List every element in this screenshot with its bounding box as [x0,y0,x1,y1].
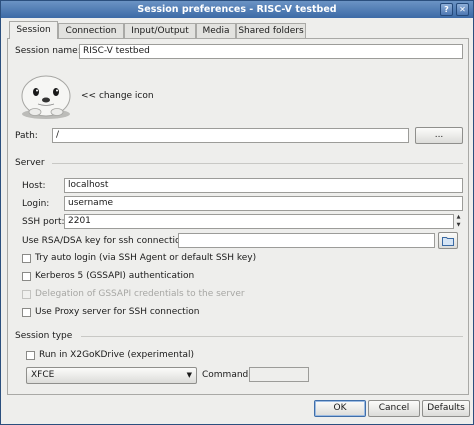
tab-media[interactable]: Media [196,23,236,38]
help-button[interactable]: ? [440,3,453,16]
session-tab-panel: Session name: RISC-V testbed << change i… [7,38,469,395]
kerberos-checkbox[interactable] [22,272,31,281]
ssh-key-label: Use RSA/DSA key for ssh connection: [22,236,190,246]
folder-icon [442,237,454,246]
ssh-port-label: SSH port: [22,217,65,227]
ssh-port-input[interactable]: 2201 [64,214,454,229]
tab-session[interactable]: Session [9,21,58,39]
cancel-button[interactable]: Cancel [368,400,420,417]
command-input[interactable] [249,367,309,382]
path-label: Path: [15,131,38,141]
close-button[interactable]: ✕ [456,3,469,16]
command-label: Command: [202,370,252,380]
path-input[interactable]: / [52,128,409,143]
login-label: Login: [22,199,50,209]
browse-path-button[interactable]: ... [415,127,463,144]
chevron-down-icon: ▼ [186,371,192,379]
defaults-button[interactable]: Defaults [422,400,470,417]
x2gokdrive-label: Run in X2GoKDrive (experimental) [39,350,195,360]
spin-up-icon[interactable]: ▲ [455,214,462,220]
ok-button[interactable]: OK [314,400,366,417]
change-icon-link[interactable]: << change icon [81,91,154,101]
tab-shared-folders[interactable]: Shared folders [236,23,306,38]
tab-connection[interactable]: Connection [58,23,124,38]
try-auto-login-label: Try auto login (via SSH Agent or default… [35,253,257,263]
host-input[interactable]: localhost [64,178,463,193]
session-type-section-label: Session type [15,331,73,341]
open-key-button[interactable] [438,232,458,249]
ssh-proxy-checkbox[interactable] [22,308,31,317]
ssh-key-input[interactable] [178,233,435,248]
session-name-input[interactable]: RISC-V testbed [79,44,463,59]
x2gokdrive-checkbox[interactable] [26,351,35,360]
session-type-select[interactable]: XFCE ▼ [26,367,197,384]
session-type-value: XFCE [31,370,55,380]
tab-input-output[interactable]: Input/Output [124,23,196,38]
host-label: Host: [22,181,46,191]
spin-down-icon[interactable]: ▼ [455,222,462,228]
ssh-proxy-label: Use Proxy server for SSH connection [35,307,200,317]
kerberos-label: Kerberos 5 (GSSAPI) authentication [35,271,195,281]
session-type-divider [81,336,463,337]
window-title: Session preferences - RISC-V testbed [137,4,337,15]
gssapi-delegation-checkbox[interactable] [22,290,31,299]
server-divider [52,163,463,164]
seal-icon[interactable] [16,68,76,120]
try-auto-login-checkbox[interactable] [22,254,31,263]
gssapi-delegation-label: Delegation of GSSAPI credentials to the … [35,289,245,299]
session-preferences-window: Session preferences - RISC-V testbed ? ✕… [0,0,474,425]
title-bar[interactable]: Session preferences - RISC-V testbed ? ✕ [1,1,473,18]
server-section-label: Server [15,158,45,168]
login-input[interactable]: username [64,196,463,211]
session-name-label: Session name: [15,46,81,56]
